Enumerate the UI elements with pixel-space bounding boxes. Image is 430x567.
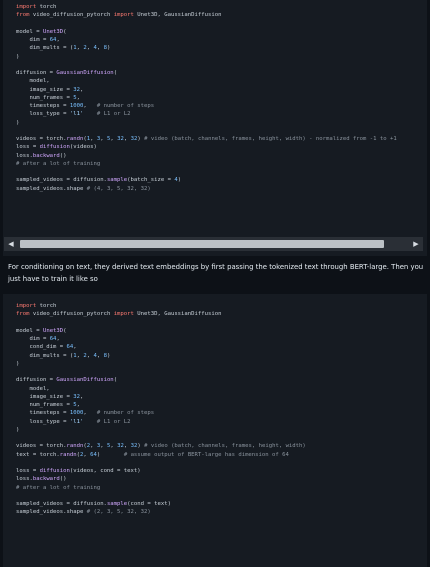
scrollbar-thumb[interactable] bbox=[20, 240, 384, 248]
code-line: model, bbox=[16, 78, 50, 85]
code-line: model = Unet3D( bbox=[16, 327, 67, 334]
code-line: dim = 64, bbox=[16, 336, 60, 342]
code-line: num_frames = 5, bbox=[16, 94, 81, 101]
code-line: sampled_videos.shape # (4, 3, 5, 32, 32) bbox=[16, 185, 151, 192]
code-line: image_size = 32, bbox=[16, 86, 84, 93]
code-line: # after a lot of training bbox=[16, 484, 101, 491]
horizontal-scrollbar[interactable]: ◀ ▶ bbox=[4, 237, 423, 251]
code-line: model = Unet3D( bbox=[16, 28, 67, 35]
code-block-basic: import torch from video_diffusion_pytorch… bbox=[3, 0, 427, 256]
code-line: videos = torch.randn(2, 3, 5, 32, 32) # … bbox=[16, 443, 306, 450]
code-line: from video_diffusion_pytorch import Unet… bbox=[16, 311, 222, 318]
triangle-right-icon[interactable]: ▶ bbox=[409, 237, 423, 251]
code-line: dim = 64, bbox=[16, 37, 60, 43]
code-line: loss.backward() bbox=[16, 476, 67, 483]
code-line: loss.backward() bbox=[16, 152, 67, 159]
code-line: text = torch.randn(2, 64) # assume outpu… bbox=[16, 451, 289, 458]
code-line: # after a lot of training bbox=[16, 160, 101, 167]
triangle-left-icon[interactable]: ◀ bbox=[4, 237, 18, 251]
code-line: ) bbox=[16, 426, 20, 433]
code-line: sampled_videos.shape # (2, 3, 5, 32, 32) bbox=[16, 509, 151, 516]
code-line: loss = diffusion(videos, cond = text) bbox=[16, 468, 141, 474]
code-listing: import torch from video_diffusion_pytorch… bbox=[16, 302, 306, 517]
code-line: loss_type = 'l1' # L1 or L2 bbox=[16, 418, 131, 425]
code-block-text-conditioning: import torch from video_diffusion_pytorch… bbox=[3, 294, 427, 567]
code-line: timesteps = 1000, # number of steps bbox=[16, 410, 155, 417]
code-listing: import torch from video_diffusion_pytorch… bbox=[16, 3, 397, 193]
code-line: sampled_videos = diffusion.sample(batch_… bbox=[16, 177, 182, 184]
code-line: loss = diffusion(videos) bbox=[16, 144, 97, 151]
code-line: dim_mults = (1, 2, 4, 8) bbox=[16, 45, 111, 52]
code-line: sampled_videos = diffusion.sample(cond =… bbox=[16, 501, 171, 507]
code-line: model, bbox=[16, 385, 50, 392]
code-line: dim_mults = (1, 2, 4, 8) bbox=[16, 352, 111, 359]
code-line: image_size = 32, bbox=[16, 393, 84, 400]
description-paragraph: For conditioning on text, they derived t… bbox=[8, 263, 424, 283]
code-line: cond_dim = 64, bbox=[16, 344, 77, 351]
code-line: videos = torch.randn(1, 3, 5, 32, 32) # … bbox=[16, 136, 397, 142]
code-line: ) bbox=[16, 53, 20, 60]
code-line: timesteps = 1000, # number of steps bbox=[16, 103, 155, 109]
code-line: ) bbox=[16, 119, 20, 126]
code-line: loss_type = 'l1' # L1 or L2 bbox=[16, 111, 131, 118]
code-line: ) bbox=[16, 360, 20, 367]
code-line: import torch bbox=[16, 4, 57, 10]
code-line: num_frames = 5, bbox=[16, 402, 81, 408]
code-line: import torch bbox=[16, 303, 57, 309]
code-line: from video_diffusion_pytorch import Unet… bbox=[16, 12, 222, 19]
code-line: diffusion = GaussianDiffusion( bbox=[16, 70, 118, 76]
code-line: diffusion = GaussianDiffusion( bbox=[16, 377, 118, 384]
